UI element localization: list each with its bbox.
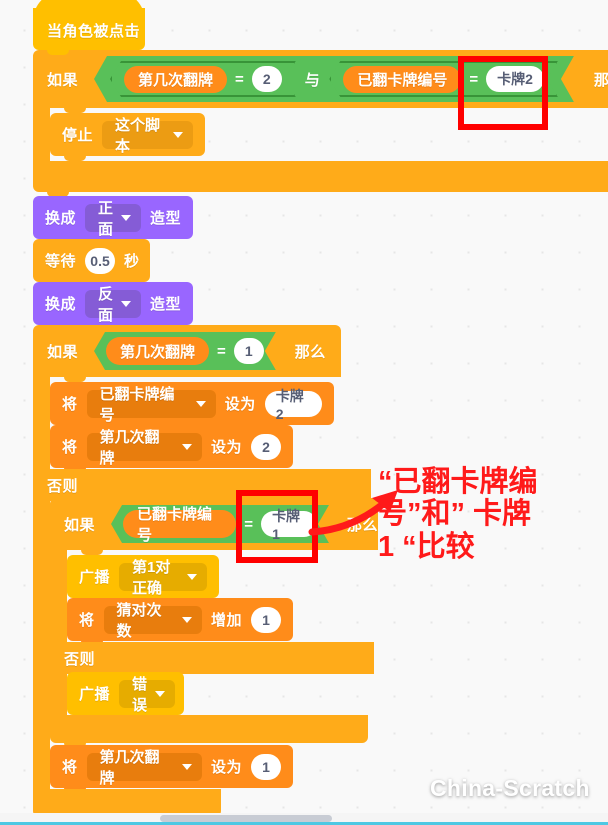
block-if-else-inner-bottom[interactable] — [50, 715, 368, 748]
change-var-pre: 将 — [79, 612, 95, 629]
block-set-flip-count[interactable]: 将 第几次翻牌 设为 2 — [50, 425, 293, 473]
block-if-else-inner-else-bar[interactable]: 否则 — [50, 642, 374, 674]
block-change-correct-count[interactable]: 将 猜对次数 增加 1 — [67, 598, 293, 646]
block-set-flip-count-reset[interactable]: 将 第几次翻牌 设为 1 — [50, 745, 293, 793]
equals-left-value-input[interactable]: 2 — [252, 66, 282, 92]
set-var-1-value-input[interactable]: 卡牌2 — [264, 388, 322, 422]
operator-equals-left[interactable]: 第几次翻牌 = 2 — [110, 61, 296, 97]
if-else-outer-label: 如果 — [47, 343, 79, 361]
chevron-down-icon — [155, 690, 166, 697]
broadcast-2-message: 错误 — [132, 675, 148, 714]
change-var-post: 增加 — [210, 612, 242, 629]
hat-dome — [33, 0, 145, 21]
broadcast-2-dropdown[interactable]: 错误 — [119, 676, 176, 714]
block-broadcast-pair1-correct[interactable]: 广播 第1对正确 — [67, 555, 219, 603]
watermark-label: China-Scratch — [430, 775, 590, 801]
broadcast-1-label: 广播 — [79, 569, 111, 586]
block-if-else-outer-top[interactable]: 如果 第几次翻牌 = 1 那么 — [33, 325, 341, 377]
then-outer-label: 那么 — [593, 71, 608, 89]
if-else-outer-spine-else — [33, 501, 50, 789]
switch-costume-1-post: 造型 — [150, 210, 182, 227]
set-var-1-pre: 将 — [62, 396, 78, 413]
chevron-down-icon — [121, 300, 132, 307]
block-when-sprite-clicked[interactable]: 当角色被点击 — [33, 0, 145, 55]
chevron-down-icon — [181, 443, 192, 450]
set-var-2-name: 第几次翻牌 — [99, 428, 160, 467]
costume-1-option-label: 正面 — [98, 199, 114, 238]
set-var-1-post: 设为 — [224, 396, 256, 413]
block-switch-costume-back[interactable]: 换成 反面 造型 — [33, 282, 193, 330]
stop-option-label: 这个脚本 — [115, 116, 161, 155]
broadcast-2-label: 广播 — [79, 686, 111, 703]
costume-2-dropdown[interactable]: 反面 — [85, 286, 142, 324]
costume-1-dropdown[interactable]: 正面 — [85, 200, 142, 238]
set-var-2-value-input[interactable]: 2 — [251, 433, 281, 460]
switch-costume-2-post: 造型 — [150, 296, 182, 313]
horizontal-scrollbar-thumb[interactable] — [160, 815, 332, 822]
set-var-2-pre: 将 — [62, 439, 78, 456]
broadcast-1-message: 第1对正确 — [132, 558, 171, 597]
set-var-1-dropdown[interactable]: 已翻卡牌编号 — [86, 386, 216, 424]
set-var-2-post: 设为 — [210, 439, 242, 456]
chevron-down-icon — [173, 131, 183, 138]
change-var-dropdown[interactable]: 猜对次数 — [103, 602, 202, 640]
block-stop-this-script[interactable]: 停止 这个脚本 — [50, 113, 205, 161]
stop-label: 停止 — [62, 127, 94, 144]
set-var-3-name: 第几次翻牌 — [99, 748, 160, 787]
equals-symbol-3: = — [217, 342, 226, 360]
hat-label: 当角色被点击 — [47, 23, 141, 40]
chevron-down-icon — [181, 763, 192, 770]
set-var-1-name: 已翻卡牌编号 — [99, 385, 175, 424]
else-inner-label: 否则 — [64, 650, 96, 668]
variable-reporter-flip-count-2[interactable]: 第几次翻牌 — [106, 337, 209, 365]
chevron-down-icon — [187, 573, 197, 580]
block-wait-seconds[interactable]: 等待 0.5 秒 — [33, 239, 150, 287]
if-outer-label: 如果 — [47, 71, 79, 89]
if-inner-label: 如果 — [64, 516, 96, 534]
scratch-code-canvas[interactable]: 当角色被点击 如果 第几次翻牌 = 2 与 已翻卡牌编号 = 卡牌2 那么 停止 — [0, 0, 608, 825]
set-var-3-dropdown[interactable]: 第几次翻牌 — [86, 749, 202, 787]
wait-label-post: 秒 — [124, 253, 140, 270]
if-outer-spine — [33, 108, 50, 161]
chevron-down-icon — [181, 616, 192, 623]
block-broadcast-wrong[interactable]: 广播 错误 — [67, 672, 184, 720]
block-set-flipped-card-id[interactable]: 将 已翻卡牌编号 设为 卡牌2 — [50, 382, 334, 430]
switch-costume-2-pre: 换成 — [45, 296, 77, 313]
chevron-down-icon — [195, 400, 206, 407]
and-operator-label: 与 — [304, 71, 321, 89]
change-var-value-input[interactable]: 1 — [251, 606, 281, 633]
change-var-name: 猜对次数 — [116, 601, 162, 640]
block-if-outer-bottom[interactable] — [33, 161, 608, 197]
wait-label-pre: 等待 — [45, 253, 77, 270]
stop-option-dropdown[interactable]: 这个脚本 — [102, 117, 193, 155]
variable-reporter-flipped-card-id[interactable]: 已翻卡牌编号 — [343, 66, 461, 93]
set-var-3-post: 设为 — [210, 759, 242, 776]
annotation-note: “已翻卡牌编 号”和” 卡牌 1 “比较 — [378, 466, 538, 563]
equals-value-input-2[interactable]: 1 — [234, 338, 264, 364]
set-var-3-value-input[interactable]: 1 — [251, 753, 281, 780]
wait-duration-input[interactable]: 0.5 — [85, 247, 116, 274]
set-var-3-pre: 将 — [62, 759, 78, 776]
broadcast-1-dropdown[interactable]: 第1对正确 — [119, 559, 207, 597]
highlight-box-card2 — [458, 56, 548, 130]
equals-symbol: = — [235, 70, 244, 88]
variable-reporter-flipped-card-id-2[interactable]: 已翻卡牌编号 — [123, 510, 236, 538]
then-label-2: 那么 — [294, 343, 326, 361]
if-else-outer-spine-then — [33, 377, 50, 469]
chevron-down-icon — [121, 214, 132, 221]
set-var-2-dropdown[interactable]: 第几次翻牌 — [86, 429, 202, 467]
costume-2-option-label: 反面 — [98, 285, 114, 324]
variable-reporter-flip-count[interactable]: 第几次翻牌 — [124, 66, 227, 93]
operator-equals-flip-count[interactable]: 第几次翻牌 = 1 — [94, 332, 276, 370]
switch-costume-1-pre: 换成 — [45, 210, 77, 227]
block-switch-costume-front[interactable]: 换成 正面 造型 — [33, 196, 193, 244]
else-outer-label: 否则 — [47, 477, 79, 495]
if-else-inner-spine-then — [50, 550, 67, 642]
